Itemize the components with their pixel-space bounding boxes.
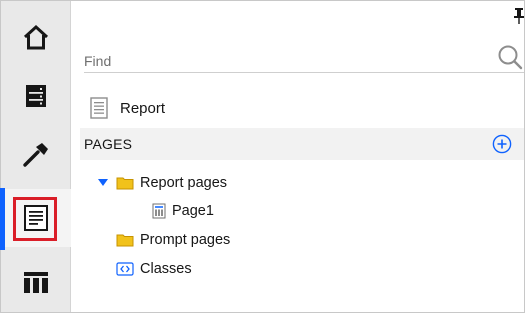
hammer-icon	[23, 143, 48, 167]
report-item[interactable]: Report	[90, 93, 165, 123]
search-input[interactable]	[84, 51, 464, 71]
home-icon	[23, 24, 49, 50]
pin-icon[interactable]	[514, 7, 524, 25]
pages-section-header: PAGES	[80, 128, 524, 160]
highlight-annotation-box	[13, 197, 57, 241]
tree-item-label: Prompt pages	[140, 232, 231, 248]
add-page-icon[interactable]	[492, 134, 512, 154]
report-label: Report	[120, 99, 166, 117]
search-icon[interactable]	[496, 43, 524, 71]
page-icon	[152, 203, 166, 219]
tree-item-page1[interactable]: Page1	[152, 198, 214, 224]
table-button[interactable]	[1, 253, 71, 311]
folder-icon	[116, 177, 134, 190]
toolbox-button[interactable]	[1, 125, 71, 183]
tree-item-classes[interactable]: Classes	[116, 256, 192, 282]
table-icon	[24, 272, 48, 293]
tree-item-label: Classes	[140, 261, 192, 277]
tree-item-report-pages[interactable]: Report pages	[98, 170, 227, 196]
data-button[interactable]	[1, 67, 71, 125]
pages-header-label: PAGES	[84, 136, 133, 152]
document-icon	[90, 97, 108, 119]
active-indicator	[0, 188, 5, 250]
classes-icon	[116, 262, 134, 276]
tree-item-prompt-pages[interactable]: Prompt pages	[116, 227, 230, 253]
content-panel: Report PAGES Report pages	[72, 1, 524, 312]
tree-item-label: Page1	[172, 203, 214, 219]
left-rail	[1, 1, 71, 312]
folder-icon	[116, 234, 134, 247]
caret-down-icon[interactable]	[98, 179, 108, 187]
home-button[interactable]	[1, 9, 71, 67]
tree-item-label: Report pages	[140, 175, 228, 191]
search-bar	[84, 41, 524, 73]
data-server-icon	[26, 85, 46, 107]
